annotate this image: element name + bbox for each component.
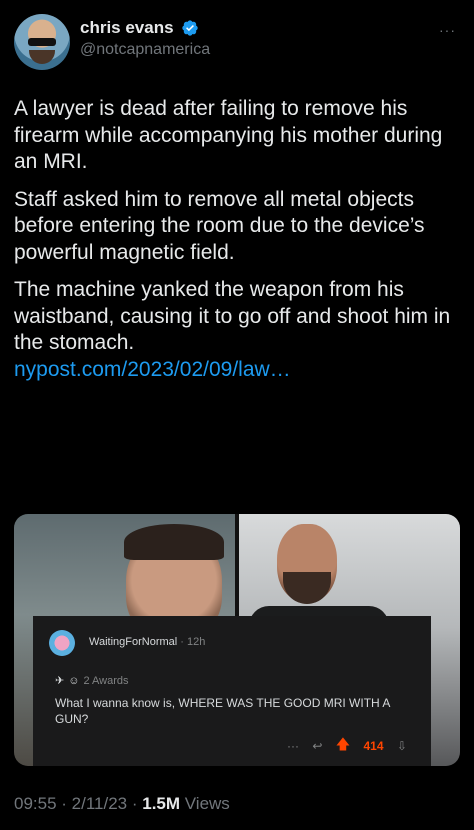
tweet-paragraph-2: Staff asked him to remove all metal obje… <box>14 187 425 264</box>
tweet-meta: 09:55 · 2/11/23 · 1.5M Views <box>14 794 230 814</box>
tweet-paragraph-1: A lawyer is dead after failing to remove… <box>14 97 443 173</box>
tweet-date[interactable]: 2/11/23 <box>72 794 127 813</box>
more-options-icon[interactable]: ··· <box>439 22 456 38</box>
tweet-time[interactable]: 09:55 <box>14 794 57 813</box>
tweet-header: chris evans @notcapnamerica ··· <box>14 14 460 70</box>
article-link[interactable]: nypost.com/2023/02/09/law… <box>14 357 460 384</box>
awards-label: 2 Awards <box>83 675 129 687</box>
views-count[interactable]: 1.5M <box>142 794 180 813</box>
award-icon: ✈ <box>55 675 65 687</box>
commenter-info: WaitingForNormal · 12h <box>89 636 205 648</box>
views-label: Views <box>180 794 230 813</box>
meta-separator: · <box>127 794 143 813</box>
profile-avatar[interactable] <box>14 14 70 70</box>
commenter-username: WaitingForNormal <box>89 636 178 648</box>
downvote-icon: ⇩ <box>396 739 407 753</box>
tweet-paragraph-3: The machine yanked the weapon from his w… <box>14 278 451 354</box>
comment-more-icon: ··· <box>287 739 299 753</box>
avatar-sunglasses <box>28 38 56 46</box>
photo-beard <box>283 572 331 604</box>
display-name[interactable]: chris evans <box>80 18 174 38</box>
user-handle[interactable]: @notcapnamerica <box>80 41 210 59</box>
photo-hair <box>124 524 224 560</box>
reddit-comment-card: WaitingForNormal · 12h ✈ ☺ 2 Awards What I… <box>33 616 431 766</box>
meta-separator: · <box>56 794 72 813</box>
tweet-text: A lawyer is dead after failing to remove… <box>14 96 460 383</box>
comment-score: 414 <box>363 739 384 753</box>
verified-badge-icon <box>182 20 198 36</box>
avatar-beard <box>29 50 55 64</box>
comment-actions: ··· ↩ 🡅 414 ⇩ <box>287 734 417 753</box>
award-icon: ☺ <box>68 675 80 687</box>
upvote-icon: 🡅 <box>335 736 351 752</box>
comment-time: · 12h <box>177 636 206 648</box>
comment-text: What I wanna know is, WHERE WAS THE GOOD… <box>55 696 390 726</box>
user-info[interactable]: chris evans @notcapnamerica <box>80 18 210 59</box>
comment-awards: ✈ ☺ 2 Awards <box>55 674 129 687</box>
reply-icon: ↩ <box>312 739 323 753</box>
commenter-avatar-icon <box>49 630 75 656</box>
